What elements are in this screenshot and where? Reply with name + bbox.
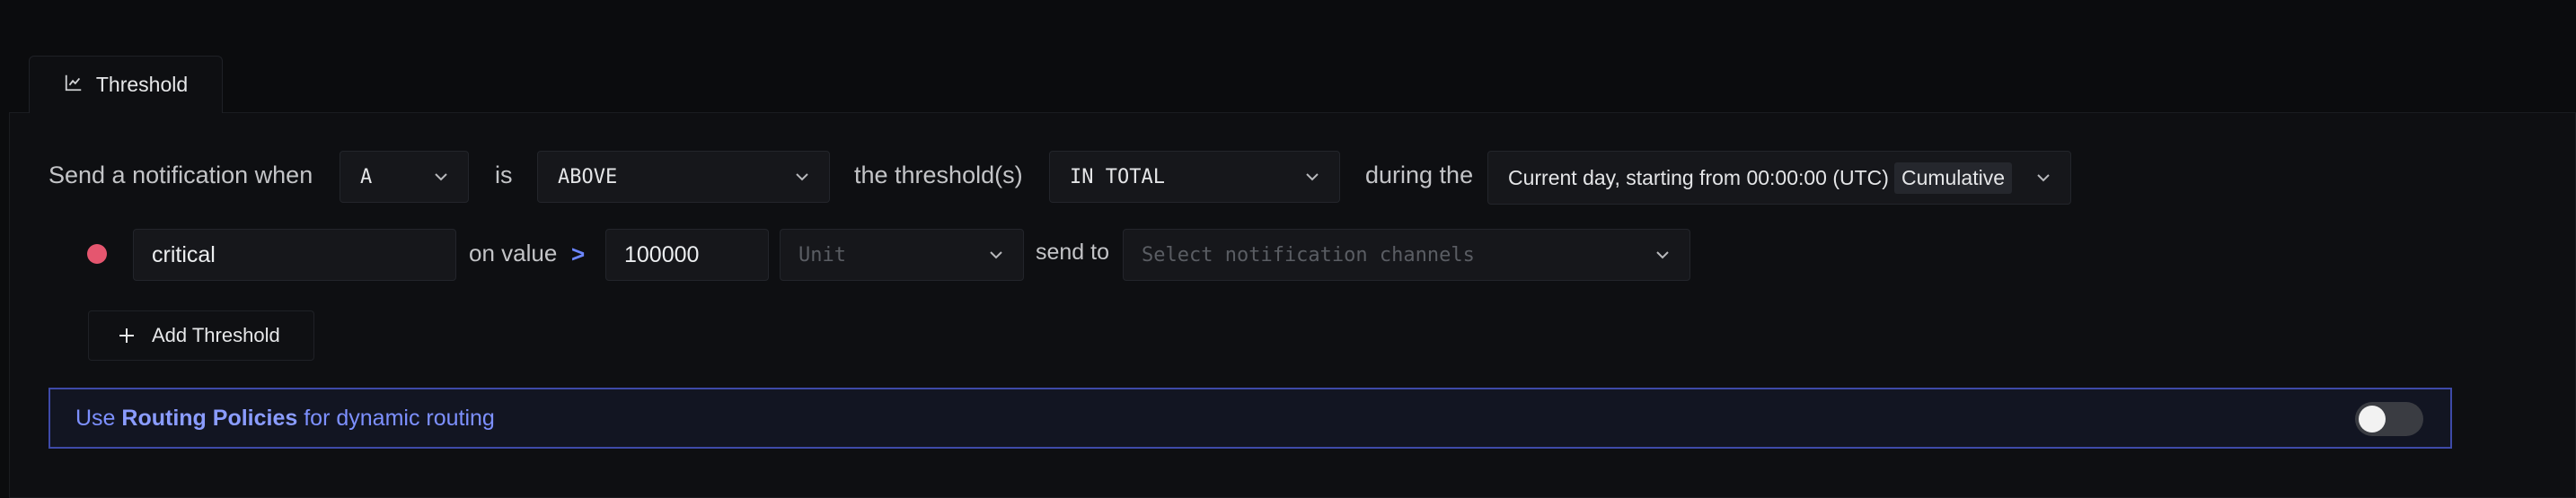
chevron-down-icon: [2037, 174, 2050, 182]
threshold-color-dot: [87, 244, 107, 264]
unit-placeholder: Unit: [798, 243, 846, 266]
chevron-down-icon: [435, 173, 447, 181]
on-value-label: on value: [469, 240, 558, 266]
operator-select-value: ABOVE: [558, 165, 618, 188]
is-label: is: [495, 162, 513, 188]
notification-channels-select[interactable]: Select notification channels: [1123, 229, 1690, 281]
chevron-down-icon: [990, 251, 1002, 259]
operator-select[interactable]: ABOVE: [537, 151, 830, 203]
chevron-down-icon: [1656, 251, 1669, 259]
comparison-symbol: >: [571, 240, 586, 267]
toggle-knob: [2359, 406, 2386, 432]
channels-placeholder: Select notification channels: [1142, 243, 1475, 266]
evaluation-window-select[interactable]: Current day, starting from 00:00:00 (UTC…: [1487, 151, 2071, 205]
tab-threshold[interactable]: Threshold: [29, 56, 223, 113]
query-select-value: A: [360, 165, 373, 188]
add-threshold-label: Add Threshold: [152, 324, 280, 346]
threshold-name-input[interactable]: critical: [133, 229, 456, 281]
add-threshold-button[interactable]: Add Threshold: [88, 310, 314, 361]
match-type-select-value: IN TOTAL: [1070, 165, 1165, 188]
threshold-value: 100000: [624, 241, 700, 267]
send-to-label: send to: [1036, 240, 1110, 265]
window-type-tag: Cumulative: [1893, 162, 2012, 194]
during-label: during the: [1365, 162, 1474, 188]
routing-policies-link[interactable]: Routing Policies: [121, 406, 297, 432]
tab-label: Threshold: [95, 73, 189, 96]
threshold-label: the threshold(s): [854, 162, 1023, 188]
routing-policies-banner: Use Routing Policies for dynamic routing: [49, 388, 2452, 449]
unit-select[interactable]: Unit: [780, 229, 1024, 281]
chevron-down-icon: [1306, 173, 1319, 181]
threshold-name-value: critical: [152, 241, 216, 267]
line-chart-icon: [64, 73, 84, 97]
routing-prefix: Use: [75, 405, 116, 431]
query-select[interactable]: A: [340, 151, 469, 203]
routing-toggle[interactable]: [2355, 402, 2423, 436]
match-type-select[interactable]: IN TOTAL: [1049, 151, 1340, 203]
condition-prefix: Send a notification when: [49, 162, 313, 188]
chevron-down-icon: [796, 173, 808, 181]
plus-icon: [119, 328, 134, 343]
routing-suffix: for dynamic routing: [304, 405, 495, 431]
evaluation-window-value: Current day, starting from 00:00:00 (UTC…: [1508, 165, 1889, 189]
threshold-value-input[interactable]: 100000: [605, 229, 769, 281]
